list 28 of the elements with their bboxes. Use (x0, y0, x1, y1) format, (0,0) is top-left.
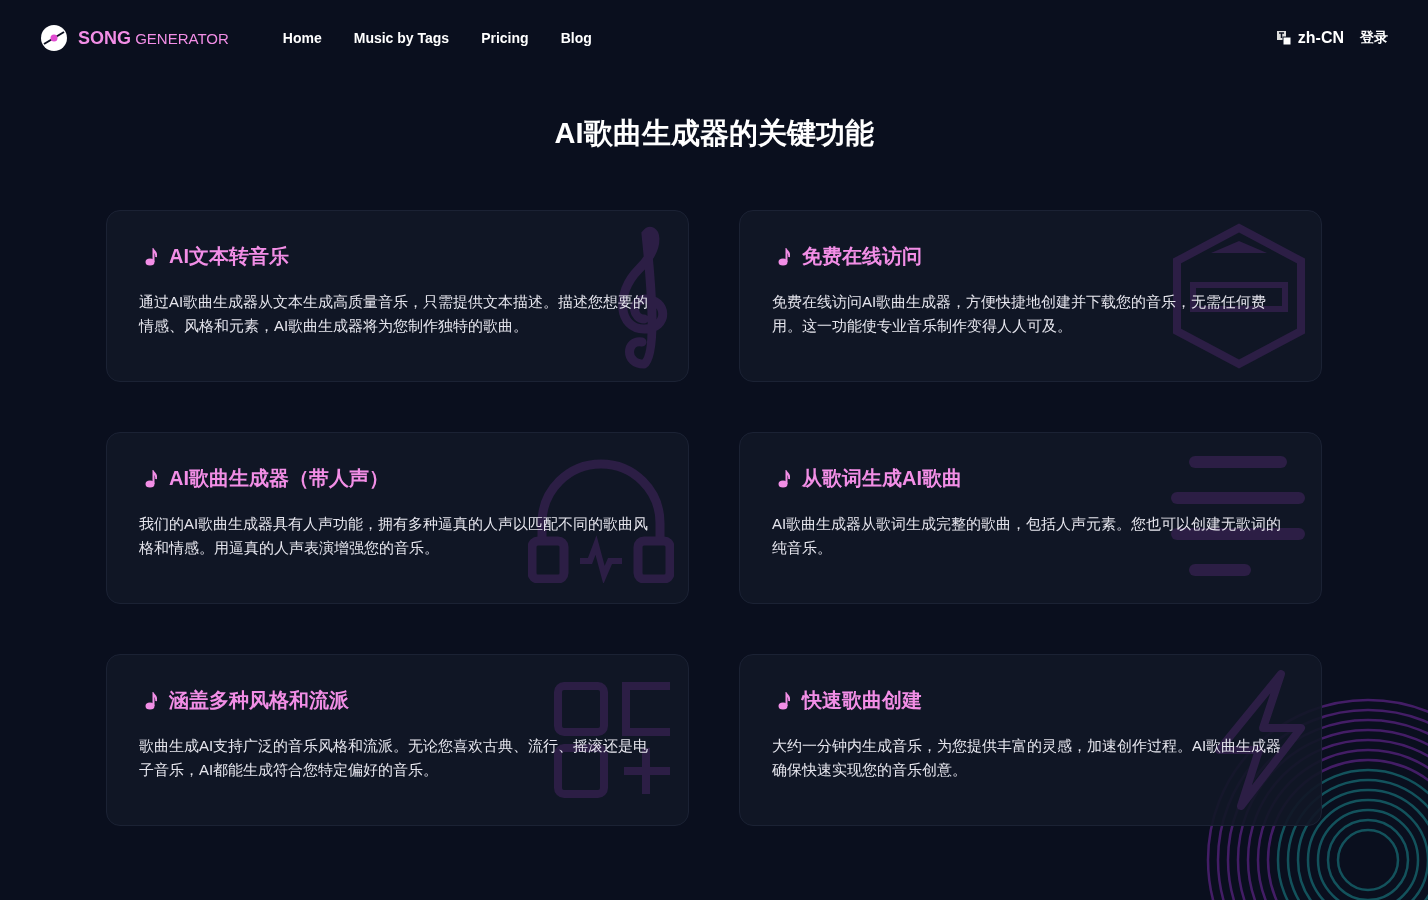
login-link[interactable]: 登录 (1360, 29, 1388, 47)
music-note-icon (778, 691, 790, 710)
section-title: AI歌曲生成器的关键功能 (553, 116, 875, 151)
feature-title: AI文本转音乐 (169, 244, 289, 269)
nav-link[interactable]: Home (282, 30, 322, 46)
disc-logo-icon (40, 24, 68, 52)
music-note-icon (778, 247, 790, 266)
music-note-icon (145, 247, 157, 266)
language-button[interactable]: zh-CN (1275, 29, 1344, 47)
music-note-icon (145, 691, 157, 710)
feature-title: AI歌曲生成器（带人声） (169, 466, 389, 491)
feature-description: 大约一分钟内生成音乐，为您提供丰富的灵感，加速创作过程。AI歌曲生成器确保快速实现您的音乐创意。 (772, 736, 1283, 780)
feature-description: AI歌曲生成器从歌词生成完整的歌曲，包括人声元素。您也可以创建无歌词的纯音乐。 (772, 514, 1283, 558)
feature-description: 我们的AI歌曲生成器具有人声功能，拥有多种逼真的人声以匹配不同的歌曲风格和情感。用逼真的人声表演增强您的音乐。 (139, 514, 650, 558)
nav-link[interactable]: Music by Tags (353, 30, 450, 46)
feature-description: 免费在线访问AI歌曲生成器，方便快捷地创建并下载您的音乐，无需任何费用。这一功能使专业音乐制作变得人人可及。 (772, 292, 1268, 336)
feature-title: 从歌词生成AI歌曲 (802, 466, 962, 491)
feature-description: 通过AI歌曲生成器从文本生成高质量音乐，只需提供文本描述。描述您想要的情感、风格和元素，AI歌曲生成器将为您制作独特的歌曲。 (139, 292, 650, 336)
feature-title: 快速歌曲创建 (802, 688, 922, 713)
translate-icon (1275, 30, 1292, 46)
feature-title: 免费在线访问 (802, 244, 922, 269)
nav-link[interactable]: Pricing (481, 30, 529, 46)
feature-title: 涵盖多种风格和流派 (169, 688, 349, 713)
music-note-icon (145, 469, 157, 488)
music-note-icon (778, 469, 790, 488)
feature-description: 歌曲生成AI支持广泛的音乐风格和流派。无论您喜欢古典、流行、摇滚还是电子音乐，AI都能生成符合您特定偏好的音乐。 (139, 736, 650, 780)
site-logo-text[interactable]: SONG GENERATOR (78, 27, 229, 49)
nav-link[interactable]: Blog (560, 30, 592, 46)
